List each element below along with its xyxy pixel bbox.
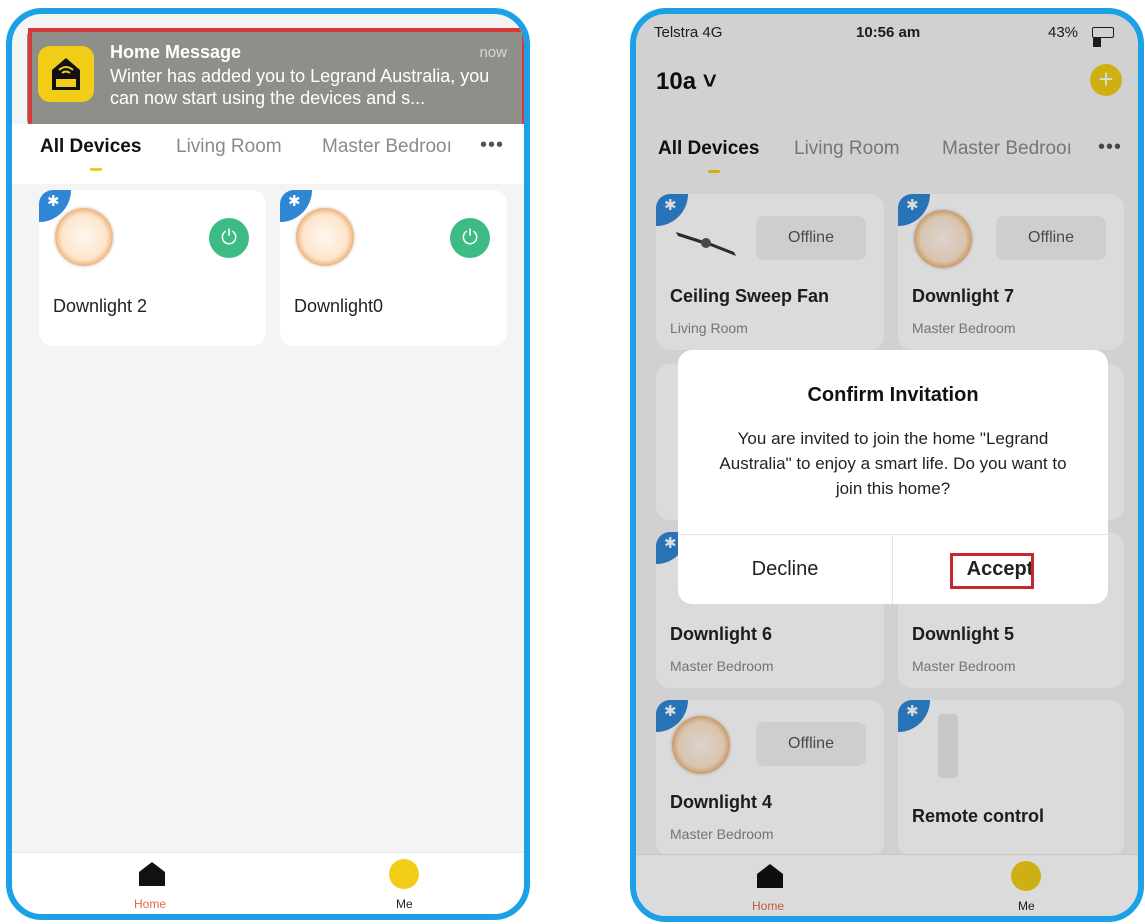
accept-button[interactable]: Accept (893, 534, 1107, 604)
bottom-nav: Home Me (12, 852, 524, 914)
profile-icon (389, 859, 419, 889)
device-card[interactable]: ✱ Offline Downlight 7 Master Bedroom (898, 194, 1124, 350)
nav-home[interactable]: Home (122, 853, 182, 914)
nav-home[interactable]: Home (740, 855, 800, 916)
device-name: Ceiling Sweep Fan (670, 286, 830, 306)
home-icon (139, 862, 165, 886)
battery-icon (1092, 27, 1114, 47)
tab-all-devices[interactable]: All Devices (40, 136, 141, 158)
nav-home-label: Home (752, 899, 785, 913)
device-room: Master Bedroom (912, 658, 1016, 674)
clock-label: 10:56 am (856, 24, 921, 41)
nav-me[interactable]: Me (374, 853, 434, 914)
power-button[interactable]: ⏻ (450, 218, 490, 258)
device-name: Downlight 6 (670, 624, 772, 644)
active-tab-indicator (708, 170, 720, 173)
device-name: Downlight 2 (53, 296, 148, 316)
phone-screen-left: Home Message now Winter has added you to… (6, 8, 530, 920)
device-room: Living Room (670, 320, 748, 336)
profile-icon (1011, 861, 1041, 891)
device-card[interactable]: ✱ ⏻ Downlight0 (280, 190, 507, 346)
downlight-icon (296, 208, 354, 266)
notification-time: now (479, 44, 507, 61)
status-bar: Telstra 4G 10:56 am 43% (636, 14, 1138, 47)
nav-home-label: Home (134, 897, 167, 911)
device-card[interactable]: ✱ ⏻ Downlight 2 (39, 190, 266, 346)
tab-master-bedroom[interactable]: Master Bedrooı (322, 136, 477, 158)
decline-button[interactable]: Decline (678, 534, 892, 604)
dialog-message: You are invited to join the home "Legran… (719, 429, 1067, 498)
tab-master-bedroom[interactable]: Master Bedrooı (942, 138, 1092, 160)
more-tabs-icon[interactable]: ••• (1098, 136, 1122, 159)
device-room: Master Bedroom (912, 320, 1016, 336)
tab-living-room[interactable]: Living Room (176, 136, 282, 158)
bluetooth-icon: ✱ (898, 700, 930, 732)
device-room: Master Bedroom (670, 658, 774, 674)
offline-status: Offline (996, 216, 1106, 260)
offline-status: Offline (756, 216, 866, 260)
tab-living-room[interactable]: Living Room (794, 138, 900, 160)
confirm-invitation-dialog: Confirm Invitation You are invited to jo… (678, 350, 1108, 604)
ceiling-fan-icon (676, 232, 736, 256)
app-icon (38, 46, 94, 102)
carrier-label: Telstra 4G (654, 24, 723, 41)
nav-me-label: Me (396, 897, 413, 911)
nav-me[interactable]: Me (996, 855, 1056, 916)
active-tab-indicator (90, 168, 102, 171)
remote-control-icon (938, 714, 958, 778)
power-button[interactable]: ⏻ (209, 218, 249, 258)
room-tabs: All Devices Living Room Master Bedrooı •… (636, 126, 1138, 186)
device-card[interactable]: ✱ Offline Ceiling Sweep Fan Living Room (656, 194, 884, 350)
bluetooth-icon: ✱ (656, 194, 688, 226)
bottom-nav: Home Me (636, 854, 1138, 916)
home-app-icon (52, 58, 80, 90)
device-room: Master Bedroom (670, 826, 774, 842)
device-name: Remote control (912, 806, 1045, 826)
downlight-icon (55, 208, 113, 266)
notification-body: Winter has added you to Legrand Australi… (110, 66, 490, 108)
device-name: Downlight 4 (670, 792, 772, 812)
device-card[interactable]: ✱ Offline Downlight 4 Master Bedroom (656, 700, 884, 856)
room-tabs: All Devices Living Room Master Bedrooı •… (12, 124, 524, 184)
notification-banner[interactable]: Home Message now Winter has added you to… (27, 30, 523, 126)
downlight-icon (914, 210, 972, 268)
home-icon (757, 864, 783, 888)
dialog-title: Confirm Invitation (807, 384, 979, 406)
phone-screen-right: Telstra 4G 10:56 am 43% 10a ˅ + All Devi… (630, 8, 1144, 922)
add-device-button[interactable]: + (1090, 64, 1122, 96)
device-name: Downlight0 (294, 296, 384, 316)
home-selector[interactable]: 10a ˅ (656, 68, 717, 96)
device-name: Downlight 7 (912, 286, 1014, 306)
more-tabs-icon[interactable]: ••• (480, 134, 504, 157)
battery-label: 43% (1048, 24, 1079, 41)
device-card[interactable]: ✱ Remote control (898, 700, 1124, 856)
notification-title: Home Message (110, 42, 242, 62)
offline-status: Offline (756, 722, 866, 766)
downlight-icon (672, 716, 730, 774)
device-name: Downlight 5 (912, 624, 1014, 644)
nav-me-label: Me (1018, 899, 1035, 913)
tab-all-devices[interactable]: All Devices (658, 138, 759, 160)
